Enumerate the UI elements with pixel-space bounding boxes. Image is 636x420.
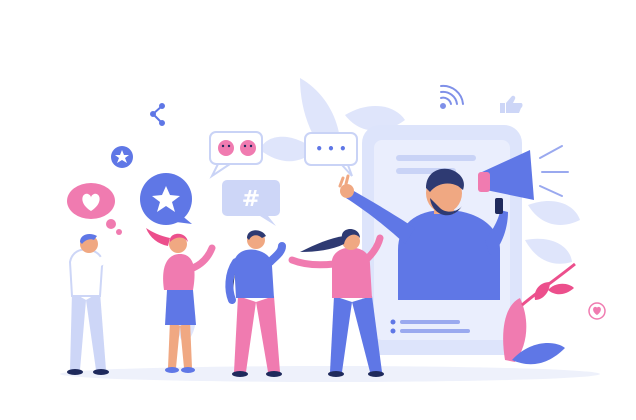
hashtag-text: # [242, 187, 260, 212]
share-icon [150, 103, 165, 126]
person-thinking [67, 234, 126, 375]
influencer-marketing-illustration: • • • # [60, 78, 606, 382]
ellipsis-speech-bubble: • • • [304, 132, 358, 177]
ellipsis-text: • • • [315, 142, 346, 156]
smiley-icon [240, 140, 256, 156]
heart-speech-bubble [67, 183, 122, 235]
star-badge [111, 146, 133, 168]
wifi-signal-icon [440, 84, 464, 109]
star-speech-bubble [140, 173, 192, 225]
hashtag-speech-bubble: # [222, 180, 280, 226]
person-blue-shirt [225, 230, 286, 377]
person-pink-top [146, 228, 216, 373]
smiley-icon [218, 140, 234, 156]
heart-badge [588, 302, 606, 320]
person-long-hair [288, 229, 384, 377]
thumbs-up-icon [500, 95, 523, 113]
emoji-speech-bubble [209, 131, 263, 179]
